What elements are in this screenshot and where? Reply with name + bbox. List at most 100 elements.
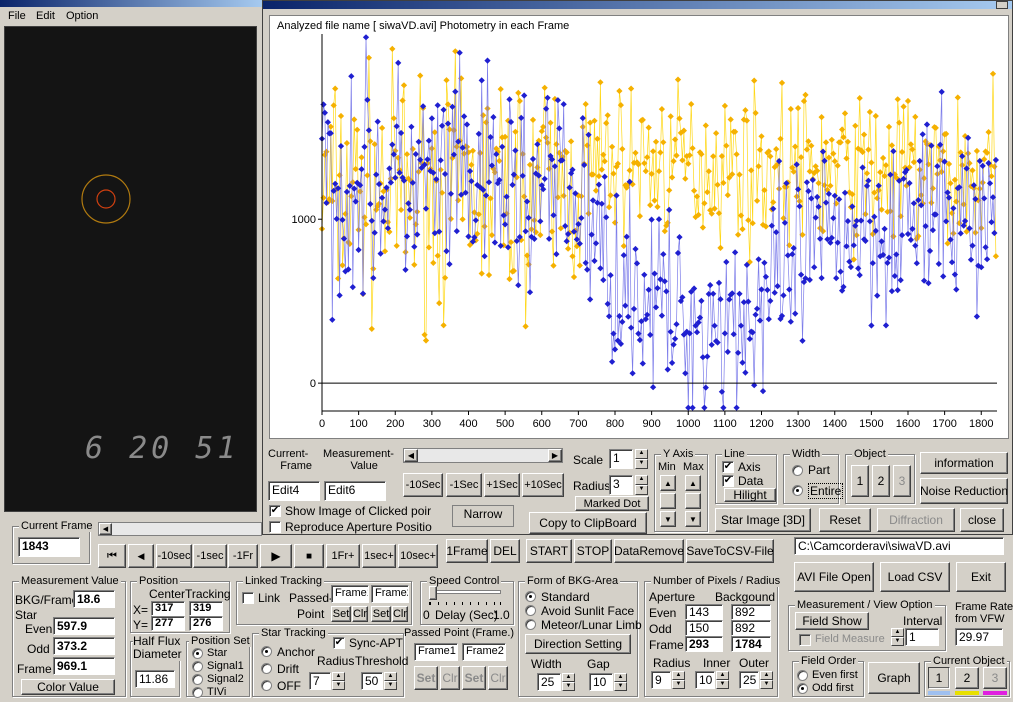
radius-field[interactable]: 3 bbox=[609, 475, 633, 495]
current-object-3-button[interactable]: 3 bbox=[983, 667, 1007, 689]
stop-button[interactable]: STOP bbox=[574, 539, 612, 563]
passed-clr2-button[interactable]: Clr bbox=[488, 666, 508, 690]
scale-field[interactable]: 1 bbox=[609, 449, 633, 469]
close-button[interactable]: close bbox=[960, 508, 1004, 532]
tracking-radius-field[interactable]: 7 bbox=[309, 672, 331, 690]
show-image-checkbox[interactable]: ✔ bbox=[269, 505, 281, 517]
color-value-button[interactable]: Color Value bbox=[21, 679, 115, 695]
radius-spinner[interactable]: ▲ ▼ bbox=[635, 475, 648, 495]
one-frame-button[interactable]: 1Frame bbox=[446, 539, 488, 563]
stop-icon[interactable]: ■ bbox=[294, 544, 324, 568]
signal2-radio[interactable] bbox=[192, 674, 203, 685]
signal1-radio[interactable] bbox=[192, 661, 203, 672]
linked-set1-button[interactable]: Set bbox=[331, 606, 351, 622]
axis-checkbox[interactable]: ✔ bbox=[722, 461, 734, 473]
tivi-radio[interactable] bbox=[192, 687, 203, 698]
object-1-button[interactable]: 1 bbox=[851, 465, 869, 497]
pix-outer-spinner[interactable]: ▲ ▼ bbox=[760, 671, 773, 689]
edit6-field[interactable]: Edit6 bbox=[324, 481, 386, 501]
menu-option[interactable]: Option bbox=[66, 10, 98, 22]
speed-slider[interactable] bbox=[429, 590, 501, 594]
bkg-width-field[interactable]: 25 bbox=[537, 673, 561, 691]
direction-setting-button[interactable]: Direction Setting bbox=[525, 634, 631, 654]
meteor-radio[interactable] bbox=[525, 619, 536, 630]
avoid-sunlit-radio[interactable] bbox=[525, 605, 536, 616]
passed-set1-button[interactable]: Set bbox=[414, 666, 438, 690]
exit-button[interactable]: Exit bbox=[956, 562, 1006, 592]
prev-icon[interactable]: ◀ bbox=[128, 544, 154, 568]
off-radio[interactable] bbox=[261, 680, 272, 691]
scale-spinner[interactable]: ▲ ▼ bbox=[635, 449, 648, 469]
edit4-field[interactable]: Edit4 bbox=[268, 481, 320, 501]
passed-set2-button[interactable]: Set bbox=[462, 666, 486, 690]
anchor-radio[interactable] bbox=[261, 646, 272, 657]
data-remove-button[interactable]: DataRemove bbox=[614, 539, 684, 563]
avi-file-open-button[interactable]: AVI File Open bbox=[794, 562, 874, 592]
noise-reduction-button[interactable]: Noise Reduction bbox=[920, 478, 1008, 504]
menu-file[interactable]: File bbox=[8, 10, 26, 22]
passed-frame1-field[interactable]: Frame1 bbox=[414, 643, 458, 661]
ymax-up-button[interactable]: ▲ bbox=[685, 475, 701, 491]
linked-set2-button[interactable]: Set bbox=[371, 606, 391, 622]
object-3-button[interactable]: 3 bbox=[893, 465, 911, 497]
main-scroll-left-icon[interactable]: ◀ bbox=[99, 523, 112, 535]
plus10sec-button[interactable]: +10Sec bbox=[522, 473, 564, 497]
save-csv-button[interactable]: SaveToCSV-File bbox=[686, 539, 774, 563]
scroll-left-icon[interactable]: ◀ bbox=[404, 449, 418, 462]
bkg-gap-field[interactable]: 10 bbox=[589, 673, 613, 691]
plus1sec-button[interactable]: +1Sec bbox=[484, 473, 520, 497]
linked-clr1-button[interactable]: Clr bbox=[352, 606, 368, 622]
ymin-down-button[interactable]: ▼ bbox=[660, 511, 676, 527]
current-frame-field[interactable]: 1843 bbox=[18, 537, 80, 557]
reset-button[interactable]: Reset bbox=[819, 508, 871, 532]
information-button[interactable]: information bbox=[920, 452, 1008, 474]
sync-apt-checkbox[interactable]: ✔ bbox=[333, 637, 345, 649]
first-frame-icon[interactable]: ⏮ bbox=[98, 544, 126, 568]
graph-button[interactable]: Graph bbox=[868, 662, 920, 694]
marked-dot-button[interactable]: Marked Dot bbox=[575, 496, 649, 511]
pix-radius-field[interactable]: 9 bbox=[651, 671, 671, 689]
back-1frame-button[interactable]: -1Fr bbox=[228, 544, 258, 568]
speed-slider-thumb[interactable] bbox=[429, 586, 437, 600]
play-icon[interactable]: ▶ bbox=[260, 544, 292, 568]
standard-radio[interactable] bbox=[525, 591, 536, 602]
file-path-field[interactable]: C:\Camcorderavi\siwaVD.avi bbox=[794, 537, 1004, 555]
current-object-1-button[interactable]: 1 bbox=[928, 667, 950, 689]
reproduce-checkbox[interactable] bbox=[269, 521, 281, 533]
pix-radius-spinner[interactable]: ▲ ▼ bbox=[672, 671, 685, 689]
fwd-1sec-button[interactable]: 1sec+ bbox=[362, 544, 396, 568]
load-csv-button[interactable]: Load CSV bbox=[880, 562, 950, 592]
ymax-down-button[interactable]: ▼ bbox=[685, 511, 701, 527]
bkg-gap-spinner[interactable]: ▲ ▼ bbox=[614, 673, 627, 691]
diffraction-button[interactable]: Diffraction bbox=[877, 508, 955, 532]
field-show-button[interactable]: Field Show bbox=[795, 612, 869, 630]
linked-frame2-field[interactable]: Frame2 bbox=[371, 585, 409, 603]
copy-clipboard-button[interactable]: Copy to ClipBoard bbox=[529, 512, 647, 534]
bkg-width-spinner[interactable]: ▲ ▼ bbox=[562, 673, 575, 691]
threshold-field[interactable]: 50 bbox=[361, 672, 383, 690]
frame-scrollbar[interactable]: ◀ ▶ bbox=[403, 448, 563, 463]
object-2-button[interactable]: 2 bbox=[872, 465, 890, 497]
pix-inner-spinner[interactable]: ▲ ▼ bbox=[716, 671, 729, 689]
fwd-1frame-button[interactable]: 1Fr+ bbox=[326, 544, 360, 568]
threshold-spinner[interactable]: ▲ ▼ bbox=[384, 672, 397, 690]
minus1sec-button[interactable]: -1Sec bbox=[446, 473, 482, 497]
ymax-mid-button[interactable] bbox=[685, 493, 701, 509]
odd-first-radio[interactable] bbox=[797, 683, 808, 694]
star-radio[interactable] bbox=[192, 648, 203, 659]
even-first-radio[interactable] bbox=[797, 670, 808, 681]
star-image-3d-button[interactable]: Star Image [3D] bbox=[715, 508, 811, 532]
narrow-button[interactable]: Narrow bbox=[452, 505, 514, 527]
ymin-up-button[interactable]: ▲ bbox=[660, 475, 676, 491]
link-checkbox[interactable] bbox=[242, 592, 254, 604]
passed-frame2-field[interactable]: Frame2 bbox=[462, 643, 506, 661]
fwd-10sec-button[interactable]: 10sec+ bbox=[398, 544, 438, 568]
del-button[interactable]: DEL bbox=[490, 539, 520, 563]
linked-clr2-button[interactable]: Clr bbox=[392, 606, 408, 622]
back-10sec-button[interactable]: -10sec bbox=[156, 544, 192, 568]
start-button[interactable]: START bbox=[526, 539, 572, 563]
interval-field[interactable]: 1 bbox=[905, 628, 939, 646]
scroll-right-icon[interactable]: ▶ bbox=[548, 449, 562, 462]
menu-edit[interactable]: Edit bbox=[36, 10, 55, 22]
minus10sec-button[interactable]: -10Sec bbox=[403, 473, 443, 497]
